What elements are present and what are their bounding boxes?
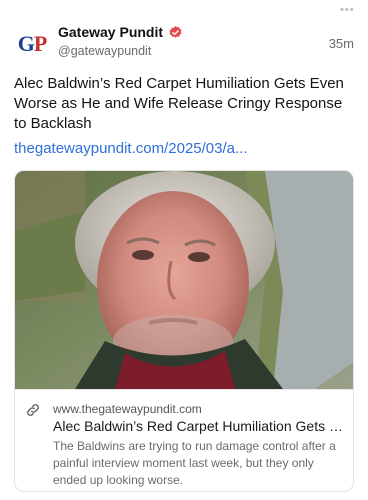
- verified-badge-icon: [169, 25, 182, 38]
- link-preview-card[interactable]: www.thegatewaypundit.com Alec Baldwin’s …: [14, 170, 354, 492]
- author-name-row: Gateway Pundit: [58, 24, 183, 40]
- card-domain: www.thegatewaypundit.com: [53, 402, 202, 416]
- post-timestamp[interactable]: 35m: [329, 36, 354, 51]
- card-title[interactable]: Alec Baldwin’s Red Carpet Humiliation Ge…: [53, 418, 345, 434]
- post-text: Alec Baldwin’s Red Carpet Humiliation Ge…: [14, 75, 344, 132]
- link-icon: [27, 404, 39, 416]
- post-link[interactable]: thegatewaypundit.com/2025/03/a...: [14, 140, 248, 157]
- avatar-letter-g: G: [17, 31, 35, 56]
- card-image: [15, 171, 353, 389]
- author-handle[interactable]: @gatewaypundit: [58, 44, 151, 58]
- card-description: The Baldwins are trying to run damage co…: [53, 439, 336, 487]
- author-display-name[interactable]: Gateway Pundit: [58, 24, 163, 40]
- card-body: www.thegatewaypundit.com Alec Baldwin’s …: [15, 389, 353, 491]
- avatar[interactable]: GP: [14, 26, 50, 62]
- post-header: GP Gateway Pundit @gatewaypundit 35m: [14, 22, 354, 66]
- avatar-letter-p: P: [33, 31, 47, 56]
- more-options-icon[interactable]: •••: [340, 5, 355, 16]
